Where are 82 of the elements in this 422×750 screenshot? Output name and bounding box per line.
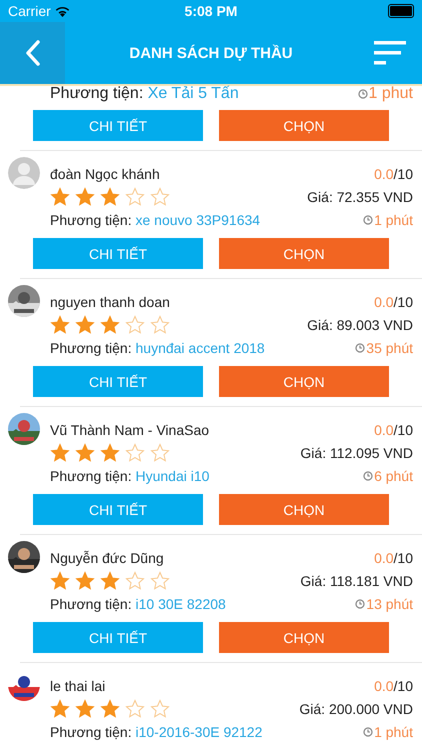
detail-button[interactable]: CHI TIẾT bbox=[33, 366, 203, 397]
bidder-name: Nguyễn đức Dũng bbox=[50, 550, 164, 566]
back-button[interactable] bbox=[0, 22, 65, 84]
vehicle-text: Phương tiện: xe nouvo 33P91634 bbox=[50, 212, 260, 228]
clock-icon bbox=[355, 343, 366, 353]
score-value: 0.0 bbox=[374, 550, 394, 566]
vehicle-text: Phương tiện: i10 30E 82208 bbox=[50, 596, 226, 612]
star-icon bbox=[100, 699, 120, 719]
chevron-left-icon bbox=[24, 39, 40, 67]
clock-icon bbox=[363, 215, 374, 225]
score-max: /10 bbox=[394, 166, 413, 182]
star-icon bbox=[75, 315, 95, 335]
price-text: Giá: 89.003 VND bbox=[307, 317, 413, 333]
choose-button[interactable]: CHỌN bbox=[219, 110, 389, 141]
star-icon bbox=[100, 443, 120, 463]
sort-icon bbox=[374, 41, 406, 65]
star-icon bbox=[75, 187, 95, 207]
score-max: /10 bbox=[394, 550, 413, 566]
star-icon bbox=[150, 315, 170, 335]
choose-button[interactable]: CHỌN bbox=[219, 366, 389, 397]
score-max: /10 bbox=[394, 422, 413, 438]
star-icon bbox=[125, 315, 145, 335]
star-icon bbox=[125, 187, 145, 207]
star-icon bbox=[100, 315, 120, 335]
detail-button[interactable]: CHI TIẾT bbox=[33, 110, 203, 141]
elapsed-time: 35 phút bbox=[366, 340, 413, 356]
detail-button[interactable]: CHI TIẾT bbox=[33, 622, 203, 653]
star-icon bbox=[50, 571, 70, 591]
elapsed-time: 1 phút bbox=[374, 724, 413, 740]
star-icon bbox=[75, 571, 95, 591]
price-text: Giá: 118.181 VND bbox=[300, 573, 413, 589]
elapsed-time: 13 phút bbox=[366, 596, 413, 612]
clock-icon bbox=[363, 471, 374, 481]
detail-button[interactable]: CHI TIẾT bbox=[33, 238, 203, 269]
vehicle-text: Phương tiện: Xe Tải 5 Tấn bbox=[50, 85, 239, 103]
star-icon bbox=[50, 315, 70, 335]
score-max: /10 bbox=[394, 294, 413, 310]
star-icon bbox=[150, 443, 170, 463]
star-icon bbox=[75, 443, 95, 463]
detail-button[interactable]: CHI TIẾT bbox=[33, 494, 203, 525]
choose-button[interactable]: CHỌN bbox=[219, 622, 389, 653]
carrier-label: Carrier bbox=[8, 3, 51, 19]
elapsed-time: 1 phút bbox=[374, 212, 413, 228]
bidder-name: le thai lai bbox=[50, 678, 106, 694]
screen-title: DANH SÁCH DỰ THẦU bbox=[128, 44, 294, 62]
elapsed-time: 1 phut bbox=[368, 85, 413, 103]
choose-button[interactable]: CHỌN bbox=[219, 238, 389, 269]
avatar-icon bbox=[8, 157, 40, 189]
bidder-name: Vũ Thành Nam - VinaSao bbox=[50, 422, 210, 438]
star-icon bbox=[50, 443, 70, 463]
star-icon bbox=[125, 443, 145, 463]
star-icon bbox=[125, 699, 145, 719]
choose-button[interactable]: CHỌN bbox=[219, 494, 389, 525]
score-max: /10 bbox=[394, 678, 413, 694]
star-icon bbox=[125, 571, 145, 591]
star-icon bbox=[150, 187, 170, 207]
score-value: 0.0 bbox=[374, 166, 394, 182]
star-icon bbox=[150, 699, 170, 719]
bidder-name: đoàn Ngọc khánh bbox=[50, 166, 160, 182]
clock-icon bbox=[363, 727, 374, 737]
wifi-icon bbox=[54, 6, 70, 16]
star-icon bbox=[50, 187, 70, 207]
battery-icon bbox=[388, 4, 414, 18]
score-value: 0.0 bbox=[374, 422, 394, 438]
star-icon bbox=[150, 571, 170, 591]
elapsed-time: 6 phút bbox=[374, 468, 413, 484]
price-text: Giá: 72.355 VND bbox=[307, 189, 413, 205]
star-icon bbox=[75, 699, 95, 719]
score-value: 0.0 bbox=[374, 678, 394, 694]
star-icon bbox=[100, 187, 120, 207]
bidder-name: nguyen thanh doan bbox=[50, 294, 170, 310]
vehicle-text: Phương tiện: i10-2016-30E 92122 bbox=[50, 724, 262, 740]
price-text: Giá: 112.095 VND bbox=[300, 445, 413, 461]
star-icon bbox=[100, 571, 120, 591]
clock-icon bbox=[355, 599, 366, 609]
vehicle-text: Phương tiện: Hyundai i10 bbox=[50, 468, 210, 484]
price-text: Giá: 200.000 VND bbox=[299, 701, 413, 717]
clock-icon bbox=[358, 89, 368, 99]
vehicle-text: Phương tiện: huynđai accent 2018 bbox=[50, 340, 265, 356]
score-value: 0.0 bbox=[374, 294, 394, 310]
star-icon bbox=[50, 699, 70, 719]
status-time: 5:08 PM bbox=[184, 3, 238, 19]
